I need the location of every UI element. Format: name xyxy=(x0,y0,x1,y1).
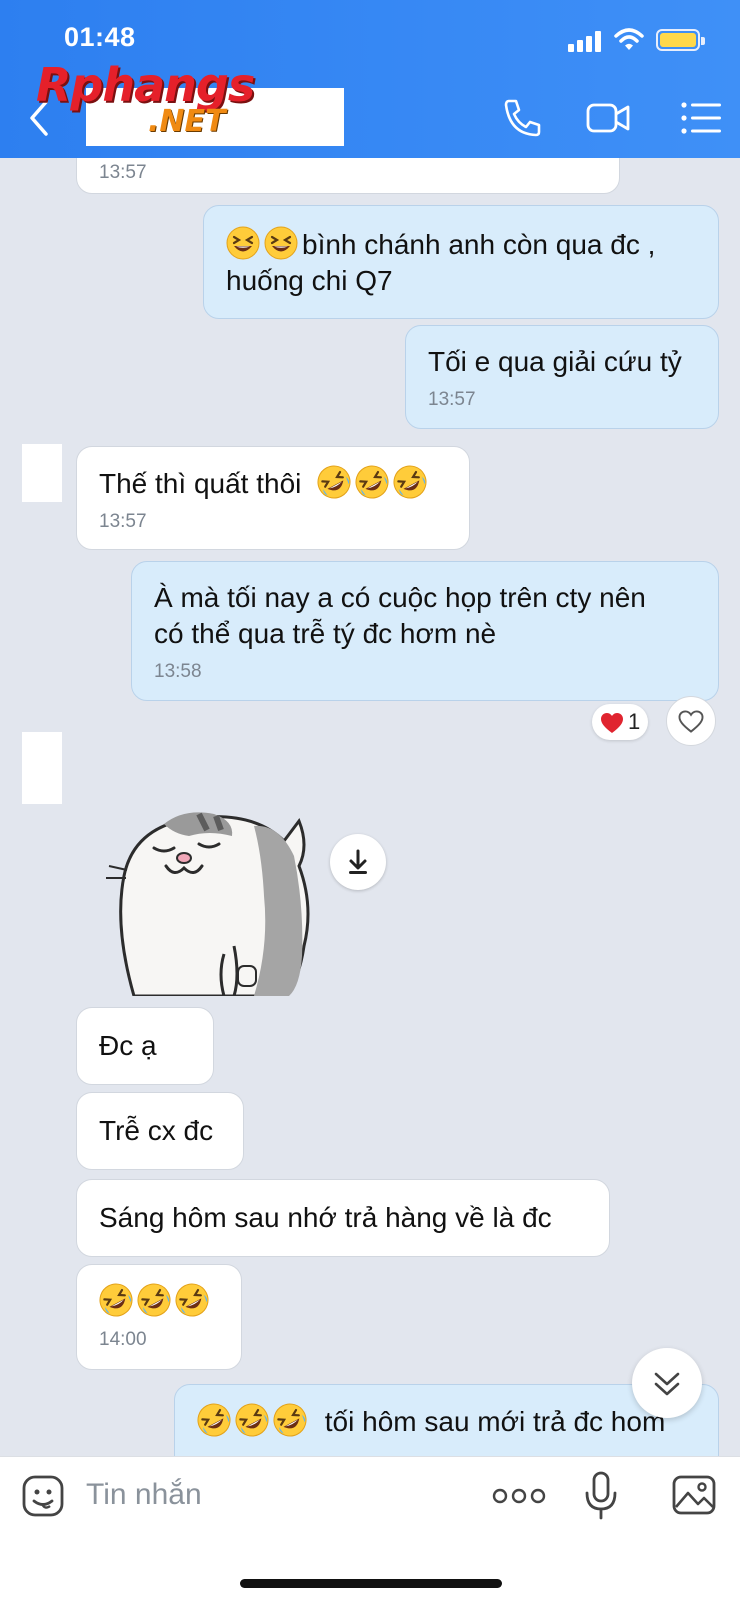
chat-header: 01:48 Rphangs .NET xyxy=(0,0,740,158)
rolling-on-floor-laughing-icon xyxy=(99,1283,133,1317)
message-incoming[interactable]: 13:57 xyxy=(76,158,620,194)
logo-text-net: .NET xyxy=(148,104,226,139)
message-text: Thế thì quất thôi xyxy=(99,468,302,499)
rolling-on-floor-laughing-icon xyxy=(235,1403,269,1437)
message-text-line1: bình chánh anh còn qua đc , xyxy=(302,229,656,260)
rolling-on-floor-laughing-icon xyxy=(355,465,389,499)
heart-icon xyxy=(601,713,623,733)
message-incoming[interactable]: Sáng hôm sau nhớ trả hàng về là đc xyxy=(76,1179,610,1257)
video-camera-icon[interactable] xyxy=(586,96,630,140)
message-input[interactable]: Tin nhắn xyxy=(86,1473,202,1517)
status-time: 01:48 xyxy=(64,22,136,52)
grey-cat-sticker[interactable] xyxy=(104,796,314,996)
sender-avatar-redacted[interactable] xyxy=(22,732,62,804)
message-list[interactable]: 13:57 bình chánh anh còn qua đc , huống … xyxy=(0,158,740,1456)
message-time: 13:57 xyxy=(99,162,147,183)
reaction-count: 1 xyxy=(628,709,641,734)
message-time: 13:57 xyxy=(99,511,147,532)
message-text-line1: À mà tối nay a có cuộc họp trên cty nên xyxy=(154,582,646,613)
image-icon[interactable] xyxy=(672,1473,716,1517)
watermark-logo: Rphangs .NET xyxy=(36,58,266,144)
signal-icon xyxy=(568,30,604,52)
list-menu-icon[interactable] xyxy=(680,96,724,140)
home-indicator xyxy=(240,1579,502,1588)
rolling-on-floor-laughing-icon xyxy=(393,465,427,499)
heart-outline-icon[interactable] xyxy=(666,696,716,746)
wifi-icon xyxy=(614,28,644,50)
rolling-on-floor-laughing-icon xyxy=(197,1403,231,1437)
rolling-on-floor-laughing-icon xyxy=(175,1283,209,1317)
message-text: Trễ cx đc xyxy=(99,1115,214,1146)
more-options-icon[interactable] xyxy=(492,1485,546,1507)
grinning-squint-face-icon xyxy=(264,226,298,260)
message-outgoing[interactable]: Tối e qua giải cứu tỷ 13:57 xyxy=(405,325,719,429)
message-text: bình chánh anh còn qua đc , xyxy=(226,226,696,263)
grinning-squint-face-icon xyxy=(226,226,260,260)
message-incoming[interactable]: Trễ cx đc xyxy=(76,1092,244,1170)
sender-avatar-redacted[interactable] xyxy=(22,444,62,502)
message-text: Sáng hôm sau nhớ trả hàng về là đc xyxy=(99,1202,552,1233)
microphone-icon[interactable] xyxy=(584,1471,618,1521)
reaction-badge[interactable]: 1 xyxy=(592,704,648,740)
emoji-row xyxy=(99,1283,219,1320)
message-text-line2: có thể qua trễ tý đc hơm nè xyxy=(154,618,497,649)
message-time: 13:58 xyxy=(154,661,202,682)
message-text: tối hôm sau mới trả đc hom xyxy=(324,1406,666,1437)
message-time: 13:57 xyxy=(428,389,476,410)
rolling-on-floor-laughing-icon xyxy=(137,1283,171,1317)
rolling-on-floor-laughing-icon xyxy=(317,465,351,499)
phone-icon[interactable] xyxy=(500,96,544,140)
battery-icon xyxy=(656,29,705,51)
message-text-line2: huống chi Q7 xyxy=(226,265,393,296)
message-incoming[interactable]: Đc ạ xyxy=(76,1007,214,1085)
message-outgoing[interactable]: bình chánh anh còn qua đc , huống chi Q7 xyxy=(203,205,719,319)
message-incoming[interactable]: Thế thì quất thôi 13:57 xyxy=(76,446,470,550)
message-time: 14:00 xyxy=(99,1329,147,1350)
message-text: Tối e qua giải cứu tỷ xyxy=(428,346,682,377)
message-text-row: tối hôm sau mới trả đc hom xyxy=(197,1403,696,1440)
scroll-to-bottom-icon[interactable] xyxy=(632,1348,702,1418)
message-text: Đc ạ xyxy=(99,1030,157,1061)
message-incoming[interactable]: 14:00 xyxy=(76,1264,242,1370)
sticker-icon[interactable] xyxy=(22,1475,64,1517)
message-text-row: Thế thì quất thôi xyxy=(99,465,447,502)
message-input-bar: Tin nhắn xyxy=(0,1456,740,1600)
rolling-on-floor-laughing-icon xyxy=(273,1403,307,1437)
download-icon[interactable] xyxy=(330,834,386,890)
message-outgoing[interactable]: À mà tối nay a có cuộc họp trên cty nên … xyxy=(131,561,719,701)
